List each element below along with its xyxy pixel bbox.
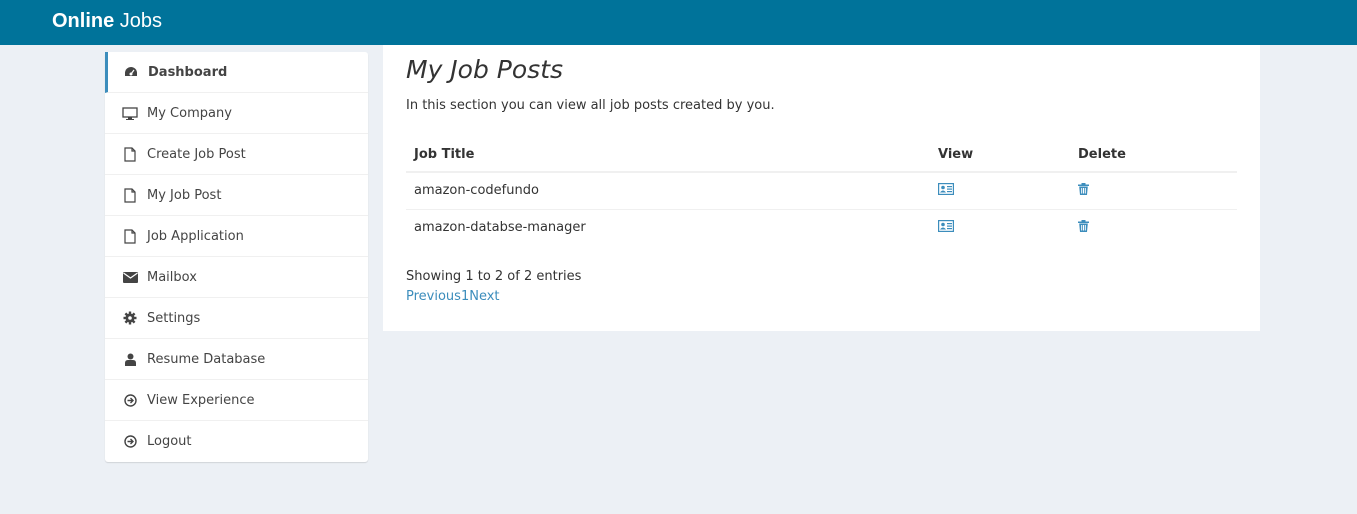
page-description: In this section you can view all job pos…: [406, 98, 775, 113]
table-row: amazon-databse-manager: [406, 209, 1237, 246]
delete-cell: [1070, 172, 1237, 210]
pagination-previous[interactable]: Previous: [406, 289, 461, 304]
sidebar-item-label: Resume Database: [147, 351, 266, 367]
file-icon: [122, 187, 138, 203]
pagination-next[interactable]: Next: [469, 289, 499, 304]
sidebar-item-label: Logout: [147, 434, 192, 449]
sidebar-item-my-job-post[interactable]: My Job Post: [105, 175, 368, 216]
envelope-icon: [122, 269, 138, 285]
user-icon: [122, 351, 138, 367]
sidebar-item-job-application[interactable]: Job Application: [105, 216, 368, 257]
monitor-icon: [122, 105, 138, 121]
brand-bold: Online: [52, 10, 115, 32]
sidebar-item-label: Job Application: [147, 228, 244, 244]
sidebar-item-dashboard[interactable]: Dashboard: [105, 52, 368, 93]
pagination: Previous1Next: [406, 289, 500, 304]
sidebar-item-mailbox[interactable]: Mailbox: [105, 257, 368, 298]
job-posts-table: Job Title View Delete amazon-codefundo a…: [406, 137, 1237, 246]
id-card-icon[interactable]: [938, 219, 955, 236]
table-row: amazon-codefundo: [406, 172, 1237, 210]
job-title-cell: amazon-databse-manager: [414, 220, 586, 236]
sidebar-item-view-experience[interactable]: View Experience: [105, 380, 368, 421]
view-cell: [930, 209, 1070, 246]
arrow-circle-icon: [122, 434, 138, 450]
sidebar-item-label: Dashboard: [148, 64, 228, 80]
view-cell: [930, 172, 1070, 210]
column-header-job-title: Job Title: [406, 137, 930, 173]
entries-info: Showing 1 to 2 of 2 entries: [406, 269, 582, 284]
sidebar-item-resume-database[interactable]: Resume Database: [105, 339, 368, 380]
sidebar-item-label: My Job Post: [147, 187, 222, 203]
sidebar-item-label: View Experience: [147, 392, 255, 408]
sidebar-item-label: Settings: [147, 310, 201, 326]
sidebar-item-create-job-post[interactable]: Create Job Post: [105, 134, 368, 175]
delete-cell: [1070, 209, 1237, 246]
brand-logo[interactable]: Online Jobs: [52, 9, 162, 33]
file-icon: [122, 228, 138, 244]
file-icon: [122, 146, 138, 162]
sidebar-item-label: Create Job Post: [147, 146, 246, 162]
sidebar-item-settings[interactable]: Settings: [105, 298, 368, 339]
trash-icon[interactable]: [1078, 219, 1089, 236]
main-content: My Job Posts In this section you can vie…: [383, 45, 1260, 331]
dashboard-icon: [123, 64, 139, 80]
id-card-icon[interactable]: [938, 182, 955, 199]
trash-icon[interactable]: [1078, 182, 1089, 199]
sidebar-item-label: My Company: [147, 105, 232, 121]
top-header: Online Jobs: [0, 0, 1357, 45]
page-title: My Job Posts: [406, 55, 564, 84]
sidebar: Dashboard My Company Create Job Post My …: [105, 52, 368, 462]
pagination-page-1[interactable]: 1: [461, 289, 469, 304]
column-header-view: View: [930, 137, 1070, 173]
sidebar-item-my-company[interactable]: My Company: [105, 93, 368, 134]
table-header-row: Job Title View Delete: [406, 137, 1237, 173]
brand-rest: Jobs: [114, 10, 163, 32]
sidebar-item-label: Mailbox: [147, 269, 197, 285]
arrow-circle-icon: [122, 392, 138, 408]
gear-icon: [122, 310, 138, 326]
column-header-delete: Delete: [1070, 137, 1237, 173]
job-title-cell: amazon-codefundo: [406, 172, 930, 210]
sidebar-item-logout[interactable]: Logout: [105, 421, 368, 462]
